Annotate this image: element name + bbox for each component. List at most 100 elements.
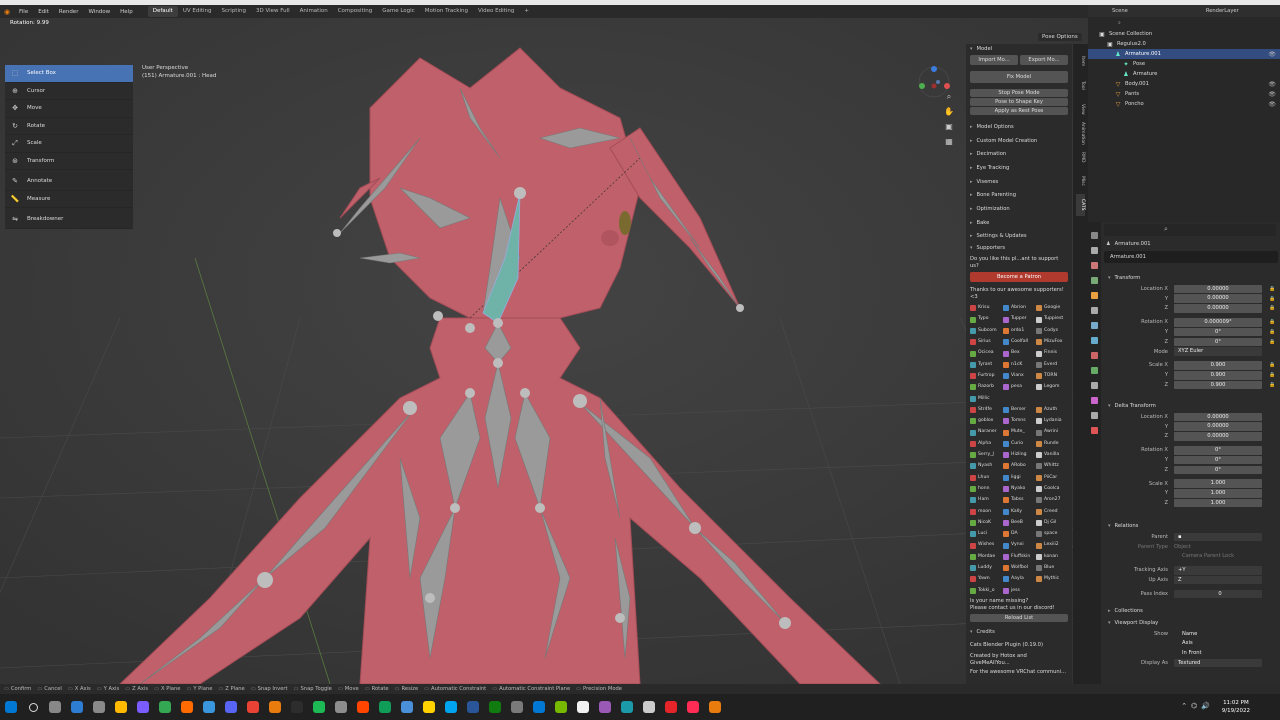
- taskbar-app-icon[interactable]: [286, 696, 308, 718]
- taskbar-app-icon[interactable]: [396, 696, 418, 718]
- relations-section[interactable]: ▾ Relations: [1104, 520, 1278, 532]
- tool-move[interactable]: ✥ Move: [5, 100, 133, 118]
- clock[interactable]: 11:02 PM 9/19/2022: [1222, 699, 1250, 715]
- taskbar-app-icon[interactable]: [110, 696, 132, 718]
- parent-field[interactable]: ▪: [1174, 532, 1262, 542]
- properties-tab-icon[interactable]: [1091, 382, 1098, 389]
- properties-tab-icon[interactable]: [1091, 322, 1098, 329]
- taskbar-app-icon[interactable]: [660, 696, 682, 718]
- properties-tab-icon[interactable]: [1091, 427, 1098, 434]
- properties-tab-icon[interactable]: [1091, 337, 1098, 344]
- properties-tab-icon[interactable]: [1091, 412, 1098, 419]
- taskbar-app-icon[interactable]: [506, 696, 528, 718]
- tool-select-box[interactable]: ⬚ Select Box: [5, 65, 133, 83]
- section-custom-model-creation[interactable]: ▸ Custom Model Creation: [966, 134, 1072, 148]
- tool-rotate[interactable]: ↻ Rotate: [5, 118, 133, 135]
- taskbar-app-icon[interactable]: [308, 696, 330, 718]
- workspace-tab-video-editing[interactable]: Video Editing: [473, 6, 519, 17]
- workspace-tab-3d-view-full[interactable]: 3D View Full: [251, 6, 295, 17]
- menu-edit[interactable]: Edit: [33, 9, 54, 15]
- taskbar-app-icon[interactable]: [66, 696, 88, 718]
- workspace-tab-animation[interactable]: Animation: [295, 6, 333, 17]
- model-section-header[interactable]: ▾ Model: [966, 44, 1072, 54]
- credits-section-header[interactable]: ▾ Credits: [966, 627, 1072, 637]
- taskbar-app-icon[interactable]: [572, 696, 594, 718]
- taskbar-app-icon[interactable]: [682, 696, 704, 718]
- stop-pose-mode-button[interactable]: Stop Pose Mode: [970, 89, 1068, 97]
- renderlayer-selector[interactable]: RenderLayer: [1206, 8, 1239, 14]
- start-button[interactable]: [0, 696, 22, 718]
- supporters-section-header[interactable]: ▾ Supporters: [966, 243, 1072, 253]
- lock-icon[interactable]: 🔒: [1269, 372, 1275, 378]
- import-model-button[interactable]: Import Mo...: [970, 55, 1018, 65]
- delta-rotation-z-field[interactable]: 0°: [1174, 465, 1262, 475]
- volume-icon[interactable]: 🔊: [1201, 702, 1210, 710]
- lock-icon[interactable]: 🔒: [1269, 286, 1275, 292]
- workspace-tab-game-logic[interactable]: Game Logic: [377, 6, 420, 17]
- tracking-axis-dropdown[interactable]: +Y: [1174, 566, 1262, 575]
- lock-icon[interactable]: 🔒: [1269, 296, 1275, 302]
- display-as-dropdown[interactable]: Textured: [1174, 658, 1262, 668]
- viewport-display-section[interactable]: ▾ Viewport Display: [1104, 617, 1278, 629]
- outliner-filter-bar[interactable]: ⌕: [1088, 17, 1280, 29]
- sidebar-tab-rmd[interactable]: RMD: [1076, 146, 1085, 168]
- section-visemes[interactable]: ▸ Visemes: [966, 175, 1072, 189]
- scene-selector[interactable]: Scene: [1112, 8, 1128, 14]
- export-model-button[interactable]: Export Mo...: [1020, 55, 1068, 65]
- workspace-tab-motion-tracking[interactable]: Motion Tracking: [420, 6, 473, 17]
- show-axis-checkbox[interactable]: Axis: [1174, 639, 1262, 648]
- properties-tab-icon[interactable]: [1091, 352, 1098, 359]
- become-patron-button[interactable]: Become a Patron: [970, 272, 1068, 283]
- location-y-field[interactable]: 0.00000: [1174, 294, 1262, 303]
- collections-section[interactable]: ▸ Collections: [1104, 605, 1278, 617]
- section-optimization[interactable]: ▸ Optimization: [966, 202, 1072, 216]
- section-bone-parenting[interactable]: ▸ Bone Parenting: [966, 188, 1072, 202]
- outliner-row-regulus2-0[interactable]: ▣ Regulus2.0: [1088, 39, 1280, 49]
- 3d-viewport[interactable]: Rotation: 9.99 ⬚ Select Box ⊕ Cursor ✥ Move ↻ R…: [0, 18, 1088, 684]
- delta-scale-x-field[interactable]: 1.000: [1174, 479, 1262, 488]
- camera-view-icon[interactable]: ▣: [944, 122, 954, 132]
- taskbar-app-icon[interactable]: [374, 696, 396, 718]
- rotation-z-field[interactable]: 0°: [1174, 337, 1262, 347]
- taskbar-app-icon[interactable]: [242, 696, 264, 718]
- delta-rotation-y-field[interactable]: 0°: [1174, 455, 1262, 465]
- delta-rotation-x-field[interactable]: 0°: [1174, 446, 1262, 455]
- camera-parent-lock-checkbox[interactable]: Camera Parent Lock: [1174, 552, 1262, 561]
- delta-location-y-field[interactable]: 0.00000: [1174, 422, 1262, 431]
- taskbar-app-icon[interactable]: [484, 696, 506, 718]
- delta-location-x-field[interactable]: 0.00000: [1174, 412, 1262, 422]
- lock-icon[interactable]: 🔒: [1269, 362, 1275, 368]
- location-x-field[interactable]: 0.00000: [1174, 284, 1262, 294]
- sidebar-tab-cats[interactable]: CATS: [1076, 194, 1085, 216]
- lock-icon[interactable]: 🔒: [1269, 382, 1275, 388]
- reload-list-button[interactable]: Reload List: [970, 613, 1068, 622]
- lock-icon[interactable]: 🔒: [1269, 305, 1275, 311]
- properties-tab-icon[interactable]: [1091, 367, 1098, 374]
- taskbar-app-icon[interactable]: [704, 696, 726, 718]
- pose-options-button[interactable]: Pose Options: [1038, 33, 1082, 41]
- taskbar-app-icon[interactable]: [418, 696, 440, 718]
- taskbar-app-icon[interactable]: [132, 696, 154, 718]
- outliner-row-armature-001[interactable]: ♟ Armature.001 👁: [1088, 49, 1280, 59]
- network-icon[interactable]: ⌬: [1191, 702, 1197, 710]
- system-tray[interactable]: ⌃ ⌬ 🔊: [1181, 702, 1210, 710]
- section-eye-tracking[interactable]: ▸ Eye Tracking: [966, 161, 1072, 175]
- properties-tab-icon[interactable]: [1091, 232, 1098, 239]
- menu-file[interactable]: File: [14, 9, 33, 15]
- tool-scale[interactable]: ⤢ Scale: [5, 135, 133, 153]
- workspace-tab-uv-editing[interactable]: UV Editing: [178, 6, 217, 17]
- menu-window[interactable]: Window: [83, 9, 115, 15]
- workspace-tab-compositing[interactable]: Compositing: [333, 6, 377, 17]
- taskbar-app-icon[interactable]: [44, 696, 66, 718]
- tool-breakdowner[interactable]: ⇋ Breakdowner: [5, 211, 133, 229]
- blender-logo-icon[interactable]: ◉: [0, 8, 14, 16]
- eye-icon[interactable]: 👁: [1268, 51, 1276, 58]
- show-in-front-checkbox[interactable]: In Front: [1174, 649, 1262, 658]
- eye-icon[interactable]: 👁: [1268, 91, 1276, 98]
- menu-render[interactable]: Render: [54, 9, 84, 15]
- pan-hand-icon[interactable]: ✋: [944, 107, 954, 117]
- viewport-scene[interactable]: [0, 18, 1088, 684]
- search-icon[interactable]: [22, 696, 44, 718]
- taskbar-app-icon[interactable]: [264, 696, 286, 718]
- eye-icon[interactable]: 👁: [1268, 101, 1276, 108]
